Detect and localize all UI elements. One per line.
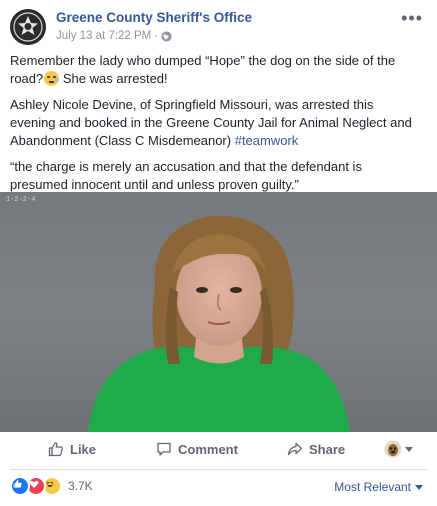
like-label: Like bbox=[70, 441, 97, 457]
post-meta: July 13 at 7:22 PM · bbox=[56, 30, 172, 42]
page-name-link[interactable]: Greene County Sheriff's Office bbox=[56, 10, 252, 25]
comment-sort-dropdown[interactable]: Most Relevant bbox=[334, 480, 423, 494]
page-profile-icon bbox=[384, 440, 402, 458]
hashtag-link[interactable]: #teamwork bbox=[235, 133, 299, 148]
facebook-post: Greene County Sheriff's Office July 13 a… bbox=[0, 0, 437, 506]
post-header: Greene County Sheriff's Office July 13 a… bbox=[0, 0, 437, 52]
paragraph-text: She was arrested! bbox=[59, 71, 168, 86]
post-text: Remember the lady who dumped “Hope” the … bbox=[10, 52, 420, 202]
more-options-button[interactable]: ••• bbox=[401, 8, 423, 29]
post-paragraph: Remember the lady who dumped “Hope” the … bbox=[10, 52, 420, 88]
divider bbox=[10, 469, 427, 470]
paragraph-text: “the charge is merely an accusation and … bbox=[10, 159, 362, 192]
like-reaction-icon bbox=[10, 476, 30, 496]
chevron-down-icon bbox=[415, 484, 423, 490]
like-button[interactable]: Like bbox=[48, 441, 96, 457]
globe-icon bbox=[161, 30, 172, 42]
thumbs-up-icon bbox=[48, 442, 63, 457]
sad-face-emoji-icon bbox=[44, 71, 60, 86]
share-label: Share bbox=[309, 441, 346, 457]
paragraph-text: Ashley Nicole Devine, of Springfield Mis… bbox=[10, 97, 412, 148]
react-as-selector[interactable] bbox=[384, 440, 413, 458]
meta-separator: · bbox=[154, 30, 159, 42]
post-actions-bar: Like Comment Share bbox=[0, 432, 437, 468]
reaction-count: 3.7K bbox=[68, 479, 93, 493]
sort-label: Most Relevant bbox=[334, 480, 411, 494]
comment-button[interactable]: Comment bbox=[156, 441, 238, 457]
reactions-summary[interactable]: 3.7K bbox=[10, 476, 93, 496]
share-button[interactable]: Share bbox=[287, 441, 345, 457]
post-paragraph: “the charge is merely an accusation and … bbox=[10, 158, 420, 194]
mugshot-photo[interactable]: 1-2-2-4 bbox=[0, 192, 437, 432]
comment-label: Comment bbox=[178, 441, 238, 457]
sheriff-badge-icon bbox=[10, 9, 46, 45]
chevron-down-icon bbox=[405, 446, 413, 452]
comment-bubble-icon bbox=[157, 442, 171, 456]
share-arrow-icon bbox=[287, 442, 303, 456]
post-paragraph: Ashley Nicole Devine, of Springfield Mis… bbox=[10, 96, 420, 150]
post-timestamp[interactable]: July 13 at 7:22 PM bbox=[56, 30, 151, 42]
page-avatar[interactable] bbox=[10, 9, 46, 45]
mugshot-image bbox=[88, 215, 350, 432]
photo-watermark: 1-2-2-4 bbox=[6, 196, 36, 204]
